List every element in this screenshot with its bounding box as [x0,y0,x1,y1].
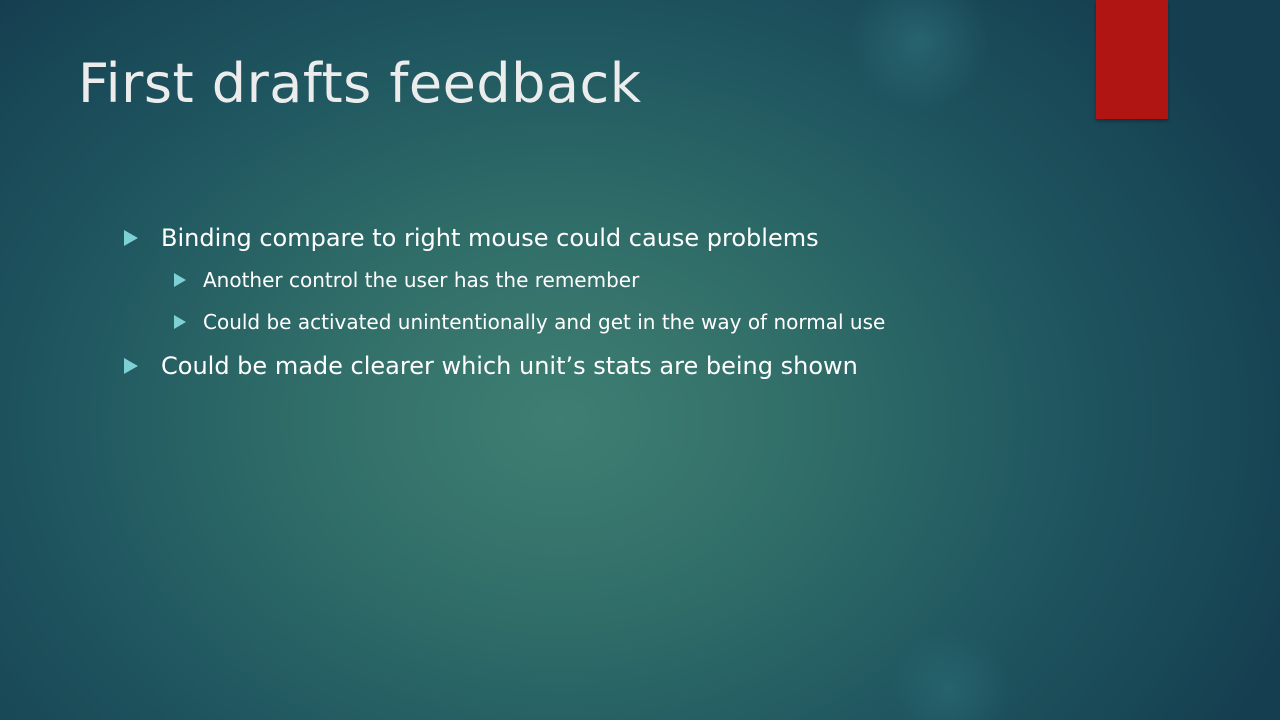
sub-bullet-text: Another control the user has the remembe… [203,268,640,292]
triangle-right-icon [124,230,138,246]
bullet-item: Could be made clearer which unit’s stats… [124,348,1124,384]
sub-bullet-item: Could be activated unintentionally and g… [174,306,1124,338]
slide: First drafts feedback Binding compare to… [0,0,1280,720]
accent-bar [1096,0,1168,119]
bullet-list: Binding compare to right mouse could cau… [124,220,1124,392]
triangle-right-icon [174,273,186,287]
bullet-text: Could be made clearer which unit’s stats… [161,352,858,380]
triangle-right-icon [174,315,186,329]
triangle-right-icon [124,358,138,374]
sub-bullet-text: Could be activated unintentionally and g… [203,310,886,334]
bullet-text: Binding compare to right mouse could cau… [161,224,819,252]
sub-bullet-item: Another control the user has the remembe… [174,264,1124,296]
bullet-item: Binding compare to right mouse could cau… [124,220,1124,256]
slide-title: First drafts feedback [78,52,642,115]
